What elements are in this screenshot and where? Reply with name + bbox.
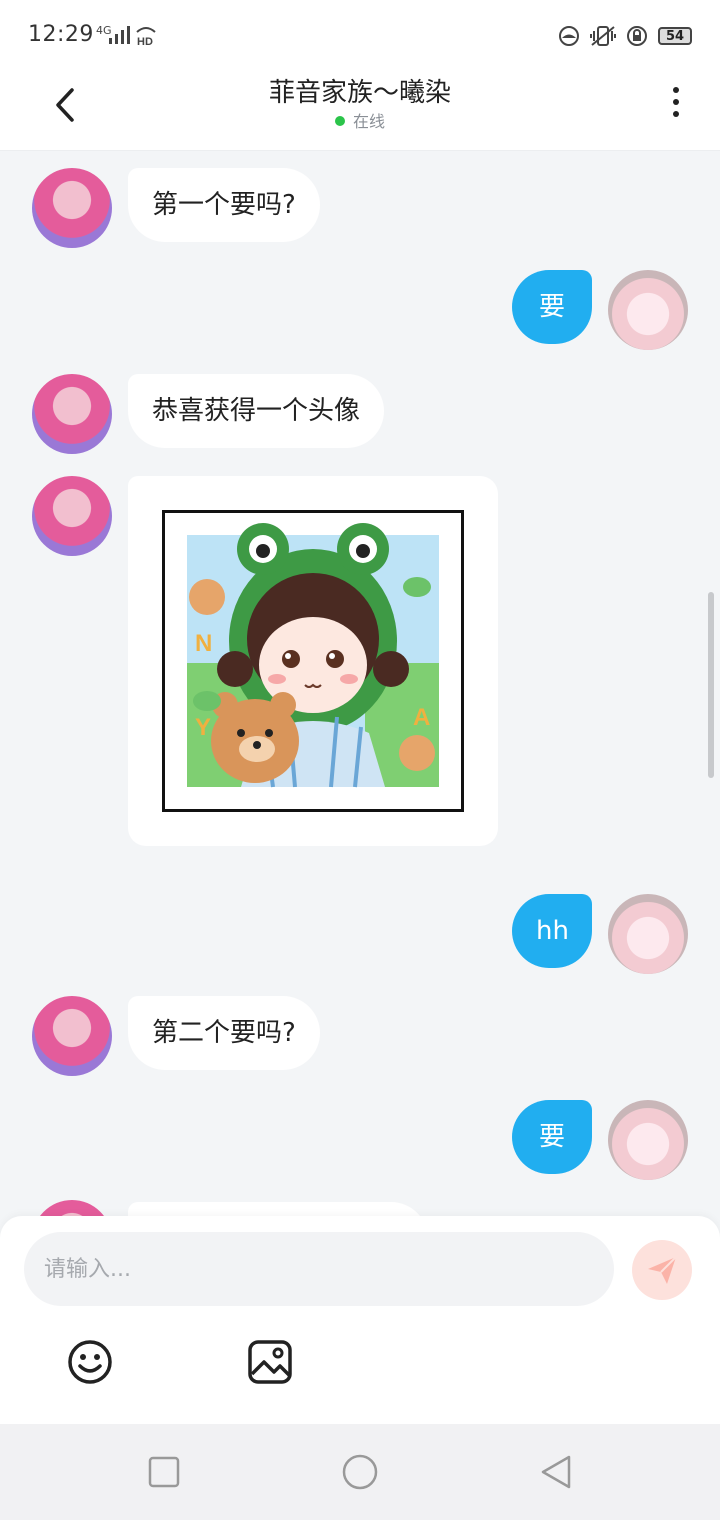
recent-apps-icon (148, 1456, 180, 1488)
message-bubble-left[interactable]: 恭喜获得一个头像 (128, 374, 385, 448)
vibrate-icon (590, 26, 616, 46)
message-bubble-right[interactable]: 要 (512, 1100, 592, 1174)
contact-avatar[interactable] (32, 476, 112, 556)
svg-text:A: A (413, 704, 430, 731)
contact-avatar[interactable] (32, 996, 112, 1076)
send-button[interactable] (632, 1240, 692, 1300)
chat-title: 菲音家族～曦染 (268, 78, 451, 108)
recent-apps-button[interactable] (144, 1452, 184, 1492)
message-bubble-right[interactable]: 要 (512, 270, 592, 344)
svg-text:Y: Y (195, 714, 211, 741)
frog-girl-avatar-image: N Y A (187, 523, 439, 788)
data-saver-icon (559, 26, 579, 46)
back-nav-button[interactable] (536, 1452, 576, 1492)
back-nav-icon (541, 1455, 571, 1489)
message-bubble-left[interactable]: 第一个要吗? (128, 168, 320, 242)
chat-header: 菲音家族～曦染 在线 (0, 72, 720, 151)
contact-avatar[interactable] (32, 374, 112, 454)
hd-icon: HD (134, 24, 158, 48)
user-avatar[interactable] (608, 1100, 688, 1180)
contact-avatar[interactable] (32, 1200, 112, 1216)
status-bar: 12:29 4G HD 54 (0, 0, 720, 72)
image-icon (248, 1340, 292, 1384)
send-icon (648, 1256, 677, 1284)
online-dot-icon (334, 116, 345, 126)
message-list[interactable]: 第一个要吗? 要 恭喜获得一个头像 N Y A hh 第二个要吗? 要 (0, 150, 720, 1216)
status-icons: 54 (558, 24, 692, 48)
hd-label: HD (137, 36, 153, 46)
message-bubble-left-partial[interactable] (128, 1202, 428, 1216)
more-button[interactable] (662, 82, 690, 122)
battery-level: 54 (665, 28, 685, 44)
more-icon (673, 87, 679, 93)
status-time: 12:29 (28, 22, 94, 47)
svg-text:N: N (195, 630, 212, 657)
rotation-lock-icon (627, 26, 647, 46)
contact-avatar[interactable] (32, 168, 112, 248)
image-button[interactable] (244, 1336, 296, 1388)
online-status: 在线 (0, 108, 720, 132)
message-bubble-left[interactable]: 第二个要吗? (128, 996, 320, 1070)
scrollbar[interactable] (708, 592, 714, 778)
online-status-label: 在线 (352, 112, 385, 131)
image-message[interactable]: N Y A (128, 476, 498, 846)
battery-indicator: 54 (658, 27, 692, 45)
avatar-image[interactable]: N Y A (162, 510, 464, 812)
user-avatar[interactable] (608, 270, 688, 350)
system-nav-bar (0, 1424, 720, 1520)
emoji-icon (68, 1340, 112, 1384)
message-input[interactable] (24, 1232, 614, 1306)
input-panel (0, 1216, 720, 1424)
home-icon (342, 1454, 378, 1490)
home-button[interactable] (340, 1452, 380, 1492)
message-bubble-right[interactable]: hh (512, 894, 592, 968)
user-avatar[interactable] (608, 894, 688, 974)
signal-icon (109, 26, 130, 44)
emoji-button[interactable] (64, 1336, 116, 1388)
